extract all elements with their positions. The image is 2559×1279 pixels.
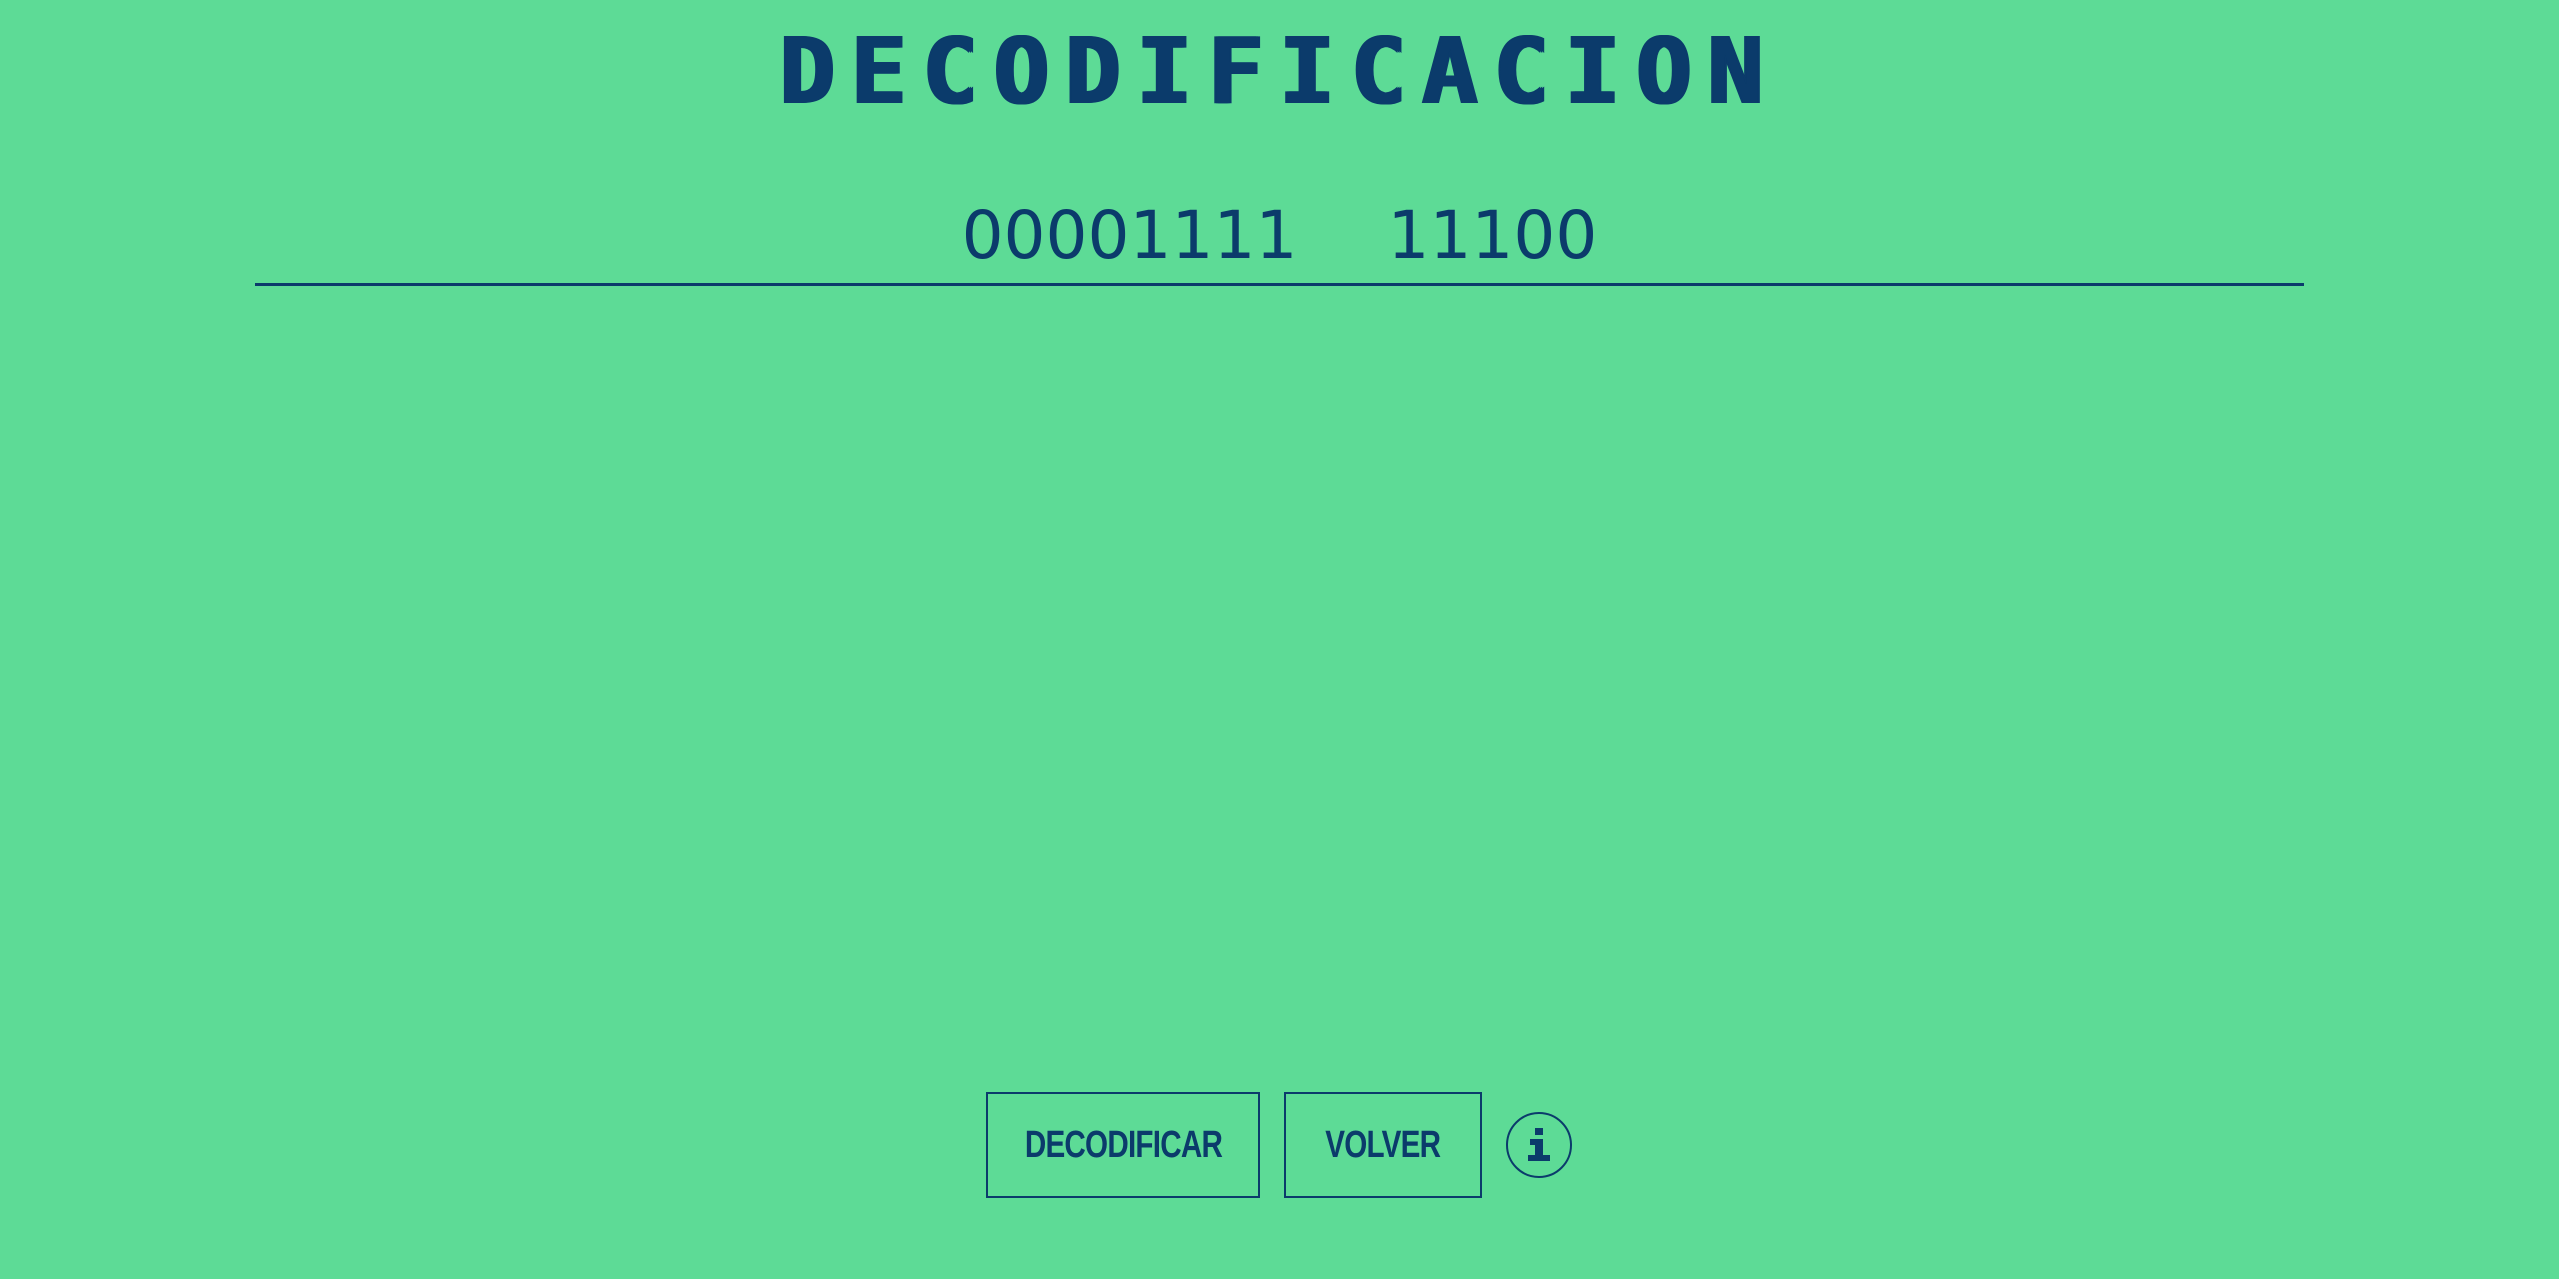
info-icon <box>1528 1128 1550 1161</box>
binary-code-input[interactable] <box>255 190 2304 282</box>
info-button[interactable] <box>1506 1112 1572 1178</box>
decode-button-label: DECODIFICAR <box>1024 1123 1222 1166</box>
decode-button[interactable]: DECODIFICAR <box>986 1092 1260 1198</box>
page-title: DECODIFICACION <box>779 18 1780 125</box>
action-bar: DECODIFICAR VOLVER <box>986 1092 1572 1198</box>
binary-code-field <box>255 190 2304 286</box>
back-button[interactable]: VOLVER <box>1284 1092 1482 1198</box>
back-button-label: VOLVER <box>1325 1123 1441 1166</box>
